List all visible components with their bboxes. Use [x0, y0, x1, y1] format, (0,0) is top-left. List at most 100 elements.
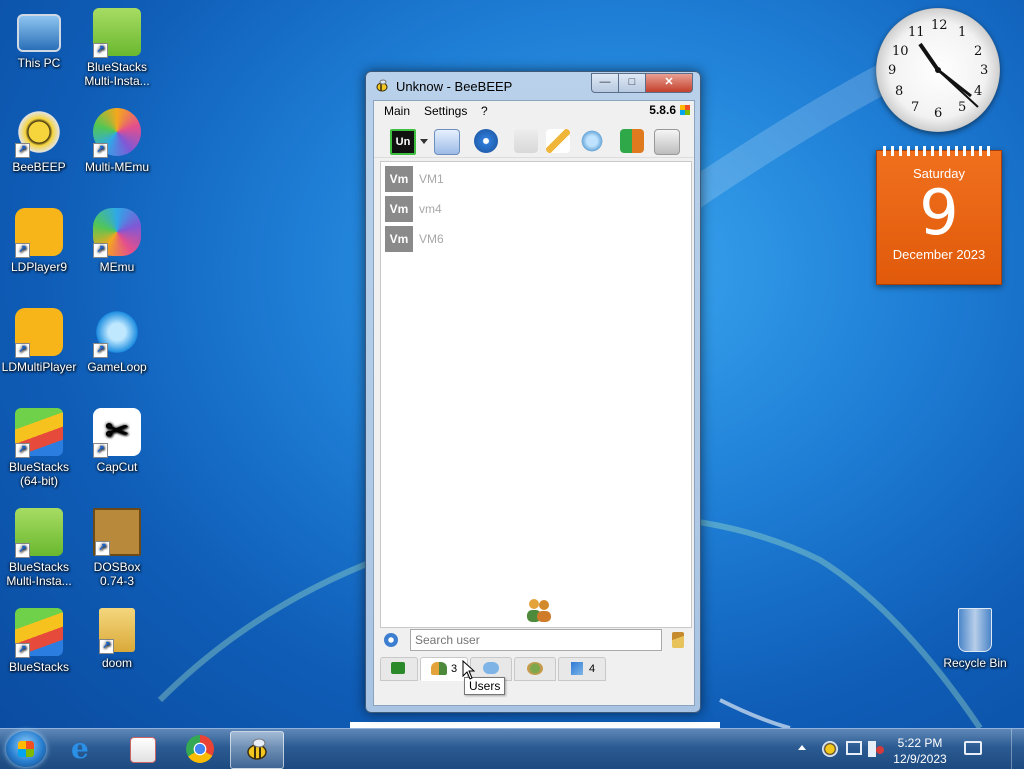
taskbar-clock[interactable]: 5:22 PM 12/9/2023	[880, 735, 960, 767]
users-count: 3	[451, 663, 458, 675]
tools-icon[interactable]	[580, 129, 604, 153]
chrome-icon	[186, 735, 214, 763]
desktop-icon-multi-memu[interactable]: ↗ Multi-MEmu	[78, 108, 156, 174]
tray-chevron-up-icon[interactable]	[798, 745, 806, 750]
capcut-icon: ✂ ↗	[93, 408, 141, 458]
tray-beebeep-icon[interactable]	[822, 741, 838, 757]
list-item[interactable]: Vm vm4	[385, 196, 685, 222]
status-badge: Un	[395, 136, 411, 148]
desktop-icon-memu[interactable]: ↗ MEmu	[78, 208, 156, 274]
desktop-icon-bluestacks-64[interactable]: ↗ BlueStacks (64-bit)	[0, 408, 78, 488]
calendar-month-year: December 2023	[892, 247, 986, 262]
shortcut-arrow-icon: ↗	[15, 143, 30, 158]
files-count: 4	[589, 663, 596, 675]
status-button[interactable]: Un	[390, 129, 416, 155]
shortcut-arrow-icon: ↗	[15, 343, 30, 358]
menu-help[interactable]: ?	[481, 104, 488, 118]
clock-hands-icon	[918, 42, 979, 108]
desktop-icon-bluestacks-multi-2[interactable]: ↗ BlueStacks Multi-Insta...	[0, 508, 78, 588]
envelope-icon[interactable]	[514, 129, 538, 153]
desktop-icon-ldplayer9[interactable]: ↗ LDPlayer9	[0, 208, 78, 274]
media-player-icon	[130, 737, 156, 763]
dosbox-icon: ↗	[93, 508, 141, 556]
desktop-icon-recycle-bin[interactable]: Recycle Bin	[936, 608, 1014, 670]
chat-icon	[391, 662, 405, 674]
calendar-day: 9	[919, 176, 959, 249]
desktop-icon-capcut[interactable]: ✂ ↗ CapCut	[78, 408, 156, 474]
computer-icon	[17, 14, 61, 52]
beebeep-window[interactable]: Unknow - BeeBEEP — □ ✕ Main Settings ? 5…	[365, 71, 701, 713]
user-list[interactable]: Vm VM1 Vm vm4 Vm VM6	[380, 161, 692, 628]
gear-icon[interactable]	[384, 633, 398, 647]
desktop-icon-bluestacks-multi[interactable]: ↗ BlueStacks Multi-Insta...	[78, 8, 156, 88]
desktop-icon-this-pc[interactable]: This PC	[0, 8, 78, 70]
tab-users[interactable]: 3	[420, 657, 468, 681]
desktop-icon-gameloop[interactable]: ↗ GameLoop	[78, 308, 156, 374]
menu-main[interactable]: Main	[384, 104, 410, 118]
share-icon	[571, 662, 583, 675]
desktop-icon-ldmultiplayer[interactable]: ↗ LDMultiPlayer	[0, 308, 78, 374]
close-button[interactable]: ✕	[645, 73, 693, 93]
toolbar: Un	[374, 121, 694, 158]
trash-icon[interactable]	[654, 129, 680, 155]
bottom-tabs: 3 4	[380, 657, 690, 681]
tab-files[interactable]: 4	[558, 657, 606, 681]
window-client: Main Settings ? 5.8.6 Un Vm VM1 Vm vm4 V…	[373, 100, 695, 706]
desktop-icon-beebeep[interactable]: ↗ BeeBEEP	[0, 108, 78, 174]
avatar: Vm	[385, 166, 413, 192]
search-input[interactable]	[410, 629, 662, 651]
list-item[interactable]: Vm VM6	[385, 226, 685, 252]
clock-gadget[interactable]: 12 1 2 3 4 5 6 7 8 9 10 11	[876, 8, 1000, 132]
show-desktop-button[interactable]	[1011, 729, 1024, 769]
update-icon[interactable]	[620, 129, 644, 153]
users-watermark-icon	[527, 599, 551, 622]
maximize-button[interactable]: □	[618, 73, 646, 93]
bluestacks-multi-icon: ↗	[15, 508, 63, 558]
shortcut-arrow-icon: ↗	[93, 243, 108, 258]
chevron-down-icon[interactable]	[420, 139, 428, 144]
desktop-icon-doom[interactable]: ↗ doom	[78, 608, 156, 670]
calendar-gadget[interactable]: Saturday 9 December 2023	[876, 146, 1002, 285]
taskbar-media-player[interactable]	[116, 731, 168, 767]
pencil-icon[interactable]	[546, 129, 570, 153]
avatar: Vm	[385, 196, 413, 222]
taskbar-chrome[interactable]	[174, 731, 226, 767]
edit-profile-icon[interactable]	[434, 129, 460, 155]
folder-icon: ↗	[99, 608, 135, 654]
desktop-icon-bluestacks[interactable]: ↗ BlueStacks	[0, 608, 78, 674]
bluestacks-multi-icon: ↗	[93, 8, 141, 58]
group-icon	[527, 662, 543, 675]
desktop-icon-dosbox[interactable]: ↗ DOSBox 0.74-3	[78, 508, 156, 588]
user-name: vm4	[419, 202, 442, 216]
start-button[interactable]	[6, 731, 46, 767]
list-item[interactable]: Vm VM1	[385, 166, 685, 192]
broom-icon[interactable]	[672, 632, 684, 648]
shortcut-arrow-icon: ↗	[93, 343, 108, 358]
avatar: Vm	[385, 226, 413, 252]
window-titlebar[interactable]: Unknow - BeeBEEP — □ ✕	[366, 72, 700, 100]
windows-logo-icon	[680, 105, 690, 115]
network-icon[interactable]	[474, 129, 498, 153]
gameloop-icon: ↗	[93, 308, 141, 358]
users-icon	[431, 662, 447, 675]
search-row	[380, 629, 690, 655]
internet-explorer-icon: e	[71, 732, 89, 765]
action-center-icon[interactable]	[964, 741, 982, 755]
minimize-button[interactable]: —	[591, 73, 619, 93]
multi-memu-icon: ↗	[93, 108, 141, 158]
chat-bubbles-icon	[483, 662, 499, 674]
bee-icon	[376, 79, 388, 92]
taskbar-date: 12/9/2023	[893, 752, 947, 766]
shortcut-arrow-icon: ↗	[99, 639, 114, 654]
tab-groups[interactable]	[514, 657, 556, 681]
network-icon[interactable]	[846, 741, 862, 755]
taskbar-beebeep[interactable]	[230, 731, 284, 769]
bluestacks-icon: ↗	[15, 608, 63, 658]
tab-chat[interactable]	[380, 657, 418, 681]
menu-settings[interactable]: Settings	[424, 104, 467, 118]
taskbar-internet-explorer[interactable]: e	[58, 731, 110, 767]
menubar: Main Settings ? 5.8.6	[374, 101, 694, 121]
mouse-cursor-icon	[462, 660, 476, 680]
window-title: Unknow - BeeBEEP	[396, 79, 513, 94]
windows-logo-icon	[18, 741, 34, 757]
